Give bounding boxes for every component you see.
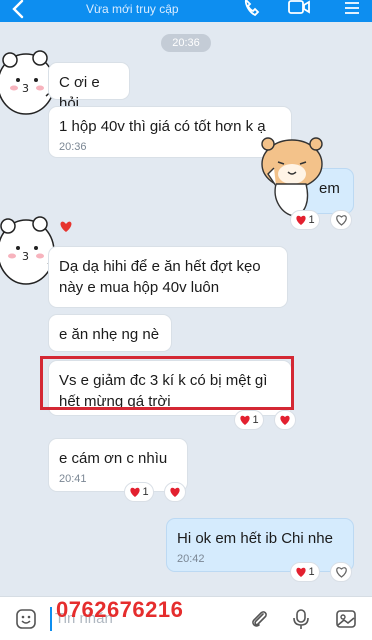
menu-icon[interactable] — [340, 0, 364, 22]
heart-icon — [239, 415, 251, 426]
text-cursor — [50, 607, 52, 631]
message-bubble[interactable]: C ơi e hỏi — [48, 62, 130, 112]
add-reaction-button[interactable] — [330, 562, 352, 582]
reaction-badge[interactable]: 1 — [124, 482, 154, 502]
add-reaction-button[interactable] — [274, 410, 296, 430]
message-time: 20:36 — [59, 141, 87, 153]
overlay-phone-number: 0762676216 — [56, 597, 184, 622]
message-text: 1 hộp 40v thì giá có tốt hơn k ạ — [59, 118, 266, 135]
heart-outline-icon — [335, 566, 348, 578]
chat-scroll-area[interactable]: 20:36 3 C ơi e hỏi 1 hộp 40v thì giá có … — [0, 22, 372, 596]
image-icon[interactable] — [334, 607, 358, 636]
emoji-icon[interactable] — [14, 607, 38, 636]
heart-icon — [295, 215, 307, 226]
reaction-count: 1 — [252, 414, 259, 426]
date-separator: 20:36 — [161, 34, 211, 52]
red-highlight-box — [40, 356, 294, 410]
reaction-count: 1 — [142, 486, 149, 498]
message-time: 20:42 — [177, 553, 205, 565]
message-bubble[interactable]: Dạ dạ hihi để e ăn hết đợt kẹo này e mua… — [48, 246, 288, 308]
svg-text:3: 3 — [22, 250, 29, 263]
chat-header: Vừa mới truy cập — [0, 0, 372, 22]
reaction-count: 1 — [308, 214, 315, 226]
message-composer: Tin nhắn 0762676216 — [0, 596, 372, 640]
message-text: e cám ơn c nhìu — [59, 450, 168, 467]
back-arrow-icon[interactable] — [6, 0, 32, 22]
add-reaction-button[interactable] — [164, 482, 186, 502]
heart-icon — [169, 487, 181, 498]
reaction-badge[interactable]: 1 — [290, 562, 320, 582]
add-reaction-button[interactable] — [330, 210, 352, 230]
heart-icon — [279, 415, 291, 426]
heart-icon — [295, 567, 307, 578]
attachment-icon[interactable] — [248, 607, 270, 636]
heart-icon — [129, 487, 141, 498]
reaction-count: 1 — [308, 566, 315, 578]
message-text: Hi ok em hết ib Chi nhe — [177, 530, 333, 547]
heart-outline-icon — [335, 214, 348, 226]
video-call-icon[interactable] — [286, 0, 312, 22]
svg-text:3: 3 — [22, 82, 29, 95]
message-text: e ăn nhẹ ng nè — [59, 326, 160, 343]
phone-call-icon[interactable] — [240, 0, 264, 22]
microphone-icon[interactable] — [290, 607, 312, 636]
presence-status: Vừa mới truy cập — [86, 2, 179, 16]
message-bubble[interactable]: e ăn nhẹ ng nè — [48, 314, 172, 352]
reaction-badge[interactable]: 1 — [290, 210, 320, 230]
message-bubble-mine[interactable]: Hi ok em hết ib Chi nhe 20:42 — [166, 518, 354, 572]
message-text: Dạ dạ hihi để e ăn hết đợt kẹo này e mua… — [59, 258, 261, 296]
message-time: 20:41 — [59, 473, 87, 485]
reaction-badge[interactable]: 1 — [234, 410, 264, 430]
